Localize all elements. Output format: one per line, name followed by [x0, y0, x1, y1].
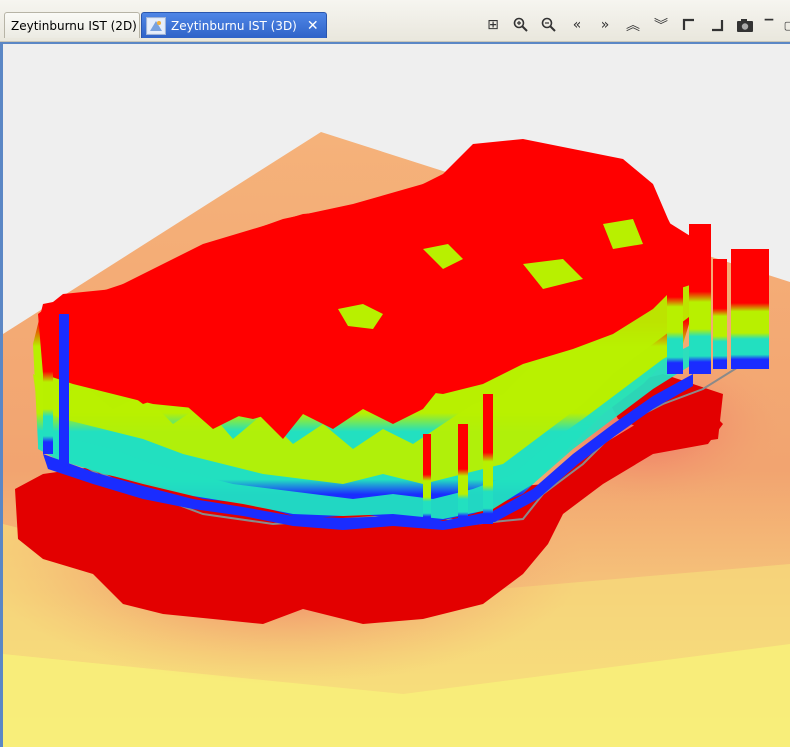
pan-left-icon[interactable]: « [566, 14, 588, 36]
editor-tab-bar: Zeytinburnu IST (2D) Zeytinburnu IST (3D… [0, 0, 790, 42]
map-3d-viewport[interactable] [0, 42, 790, 747]
tab-label: Zeytinburnu IST (2D) [11, 18, 137, 33]
pan-down-icon[interactable]: ︾ [650, 14, 672, 36]
tab-zeytinburnu-2d[interactable]: Zeytinburnu IST (2D) [4, 12, 140, 38]
minimize-icon[interactable]: ▔ [762, 14, 776, 36]
extrusion-pole [59, 314, 69, 464]
globe-3d-icon [146, 16, 166, 35]
view-toolbar: ⊞ « » ︽ ︾ ▔ ▢ [482, 12, 790, 38]
tab-zeytinburnu-3d[interactable]: Zeytinburnu IST (3D) ✕ [141, 12, 327, 38]
zoom-out-icon[interactable] [538, 14, 560, 36]
tab-label: Zeytinburnu IST (3D) [171, 18, 297, 33]
zoom-in-icon[interactable] [510, 14, 532, 36]
bottom-right-view-icon[interactable] [706, 14, 728, 36]
pan-right-icon[interactable]: » [594, 14, 616, 36]
camera-icon[interactable] [734, 14, 756, 36]
top-left-view-icon[interactable] [678, 14, 700, 36]
terrain-3d-render [3, 44, 790, 747]
zoom-extent-icon[interactable]: ⊞ [482, 14, 504, 36]
maximize-icon[interactable]: ▢ [782, 14, 790, 36]
pan-up-icon[interactable]: ︽ [622, 14, 644, 36]
close-icon[interactable]: ✕ [307, 18, 319, 34]
